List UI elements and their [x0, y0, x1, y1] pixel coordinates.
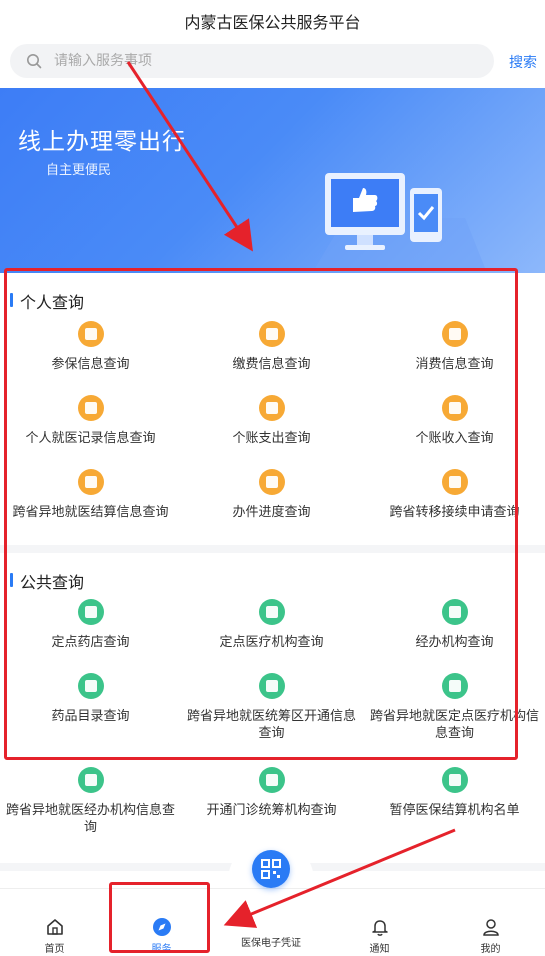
banner-title: 线上办理零出行: [18, 129, 186, 155]
tab-mine[interactable]: 我的: [436, 889, 545, 956]
tab-notice[interactable]: 通知: [325, 889, 434, 956]
service-item-label: 定点医疗机构查询: [219, 635, 324, 650]
store-icon: [77, 599, 104, 625]
compass-icon: [152, 918, 171, 936]
bell-icon: [371, 920, 388, 936]
tab-home[interactable]: 首页: [0, 889, 109, 956]
service-item-label: 个人就医记录信息查询: [25, 431, 156, 446]
service-item-label: 参保信息查询: [51, 357, 130, 372]
tab-home-label: 首页: [44, 944, 65, 955]
house-icon: [77, 469, 104, 495]
service-item[interactable]: 个人就医记录信息查询: [0, 395, 181, 447]
service-item-label: 跨省异地就医统筹区开通信息查询: [186, 709, 356, 741]
service-item-label: 跨省异地就医结算信息查询: [12, 505, 169, 520]
wallet-in-icon: [441, 395, 468, 421]
transfer-icon: [441, 469, 468, 495]
section-divider: [0, 545, 545, 553]
service-item-label: 开通门诊统筹机构查询: [206, 803, 337, 818]
service-item[interactable]: 跨省异地就医经办机构信息查询: [0, 767, 181, 836]
service-item[interactable]: 定点药店查询: [0, 599, 181, 651]
tab-notice-label: 通知: [369, 944, 390, 955]
user-icon: [482, 919, 499, 936]
service-item[interactable]: 跨省异地就医统筹区开通信息查询: [181, 673, 362, 742]
service-item[interactable]: 参保信息查询: [0, 321, 181, 373]
id-card-icon: [77, 321, 104, 347]
promo-banner[interactable]: 线上办理零出行 自主更便民: [0, 88, 545, 273]
section-title-public: 公共查询: [10, 569, 84, 593]
clinic-doc-icon: [258, 767, 285, 793]
service-item[interactable]: 定点医疗机构查询: [181, 599, 362, 651]
service-item[interactable]: 办件进度查询: [181, 469, 362, 521]
search-input[interactable]: [54, 44, 474, 78]
service-item-label: 定点药店查询: [51, 635, 130, 650]
voucher-qr-button[interactable]: [252, 850, 290, 888]
service-item[interactable]: 缴费信息查询: [181, 321, 362, 373]
service-item-label: 跨省转移接续申请查询: [389, 505, 520, 520]
service-item-label: 个账支出查询: [232, 431, 311, 446]
computer-thumbs-up-illustration: [315, 173, 485, 268]
hospital-doc-icon: [258, 599, 285, 625]
receipt-icon: [441, 321, 468, 347]
medical-kit-icon: [77, 395, 104, 421]
search-button[interactable]: 搜索: [509, 52, 537, 72]
bank-icon: [441, 599, 468, 625]
service-item-label: 办件进度查询: [232, 505, 311, 520]
agency-icon: [77, 767, 104, 793]
tab-voucher-label[interactable]: 医保电子凭证: [218, 934, 324, 949]
payment-icon: [258, 321, 285, 347]
progress-icon: [258, 469, 285, 495]
service-item-label: 跨省异地就医定点医疗机构信息查询: [369, 709, 539, 741]
wallet-out-icon: [258, 395, 285, 421]
search-bar: 搜索: [0, 44, 545, 84]
service-item-label: 暂停医保结算机构名单: [389, 803, 520, 818]
service-item[interactable]: 药品目录查询: [0, 673, 181, 725]
service-item-label: 跨省异地就医经办机构信息查询: [5, 803, 175, 835]
service-item-label: 药品目录查询: [51, 709, 130, 724]
service-item[interactable]: 个账支出查询: [181, 395, 362, 447]
service-item-label: 消费信息查询: [415, 357, 494, 372]
qr-code-icon: [261, 859, 281, 879]
personal-query-section: 个人查询 参保信息查询 缴费信息查询 消费信息查询个人就医记录信息查询 个账支出查询 个…: [0, 273, 545, 545]
section-title-personal: 个人查询: [10, 289, 84, 313]
service-item-label: 经办机构查询: [415, 635, 494, 650]
region-doc-icon: [258, 673, 285, 699]
page-title: 内蒙古医保公共服务平台: [184, 13, 361, 32]
banner-subtitle: 自主更便民: [46, 163, 112, 178]
search-icon: [27, 54, 42, 69]
service-item[interactable]: 跨省异地就医结算信息查询: [0, 469, 181, 521]
search-box[interactable]: [10, 44, 494, 78]
tab-service[interactable]: 服务: [107, 889, 216, 956]
drug-doc-icon: [77, 673, 104, 699]
service-item[interactable]: 跨省异地就医定点医疗机构信息查询: [364, 673, 545, 742]
service-item-label: 个账收入查询: [415, 431, 494, 446]
medical-cross-icon: [441, 673, 468, 699]
service-item[interactable]: 开通门诊统筹机构查询: [181, 767, 362, 819]
tab-mine-label: 我的: [480, 944, 501, 955]
pause-icon: [441, 767, 468, 793]
public-query-section: 公共查询 定点药店查询 定点医疗机构查询 经办机构查询药品目录查询 跨省异地就医统筹区…: [0, 553, 545, 863]
service-item-label: 缴费信息查询: [232, 357, 311, 372]
service-item[interactable]: 个账收入查询: [364, 395, 545, 447]
service-item[interactable]: 跨省转移接续申请查询: [364, 469, 545, 521]
tab-service-label: 服务: [151, 944, 172, 955]
service-item[interactable]: 经办机构查询: [364, 599, 545, 651]
service-item[interactable]: 暂停医保结算机构名单: [364, 767, 545, 819]
service-item[interactable]: 消费信息查询: [364, 321, 545, 373]
home-icon: [46, 919, 63, 935]
